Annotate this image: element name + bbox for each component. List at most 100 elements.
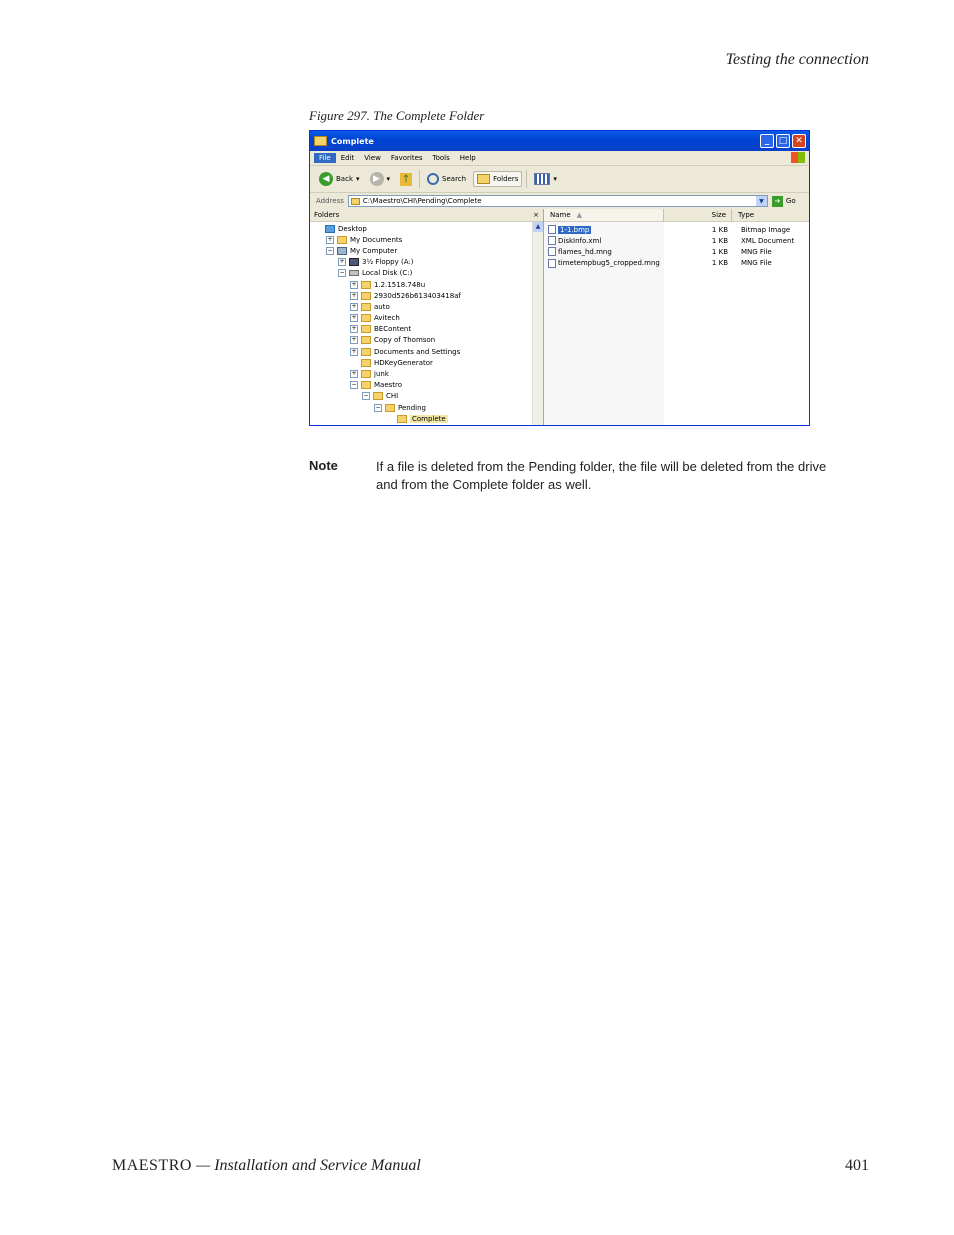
tree-item[interactable]: − CHI [310, 391, 543, 402]
dropdown-arrow-icon: ▾ [386, 175, 391, 183]
folder-icon [361, 347, 371, 356]
menu-tools[interactable]: Tools [428, 153, 455, 163]
menu-file[interactable]: File [314, 153, 336, 163]
expand-icon[interactable]: + [350, 347, 358, 356]
tree-item[interactable]: + Copy of Thomson [310, 335, 543, 346]
forward-button[interactable]: ▶ ▾ [367, 170, 394, 188]
folder-icon [361, 336, 371, 345]
tree-item-label: My Computer [350, 246, 398, 255]
tree-item[interactable]: + auto [310, 301, 543, 312]
search-label: Search [442, 175, 467, 183]
search-button[interactable]: Search [424, 171, 469, 187]
address-dropdown-icon[interactable]: ▼ [755, 196, 767, 206]
tree-item[interactable]: − Maestro [310, 380, 543, 391]
tree-item[interactable]: HDKeyGenerator [310, 357, 543, 368]
windows-logo-icon [791, 152, 805, 163]
tree-item[interactable]: − My Computer [310, 245, 543, 256]
file-name-cell: flames_hd.mng [544, 247, 668, 257]
toolbar-separator [526, 170, 528, 188]
collapse-icon[interactable]: − [326, 246, 334, 255]
menu-view[interactable]: View [359, 153, 386, 163]
expand-icon[interactable]: + [350, 302, 358, 311]
up-folder-button[interactable]: ↑ [397, 171, 415, 188]
folder-tree-scrollbar[interactable]: ▲ [532, 222, 543, 425]
tree-item[interactable]: + BEContent [310, 324, 543, 335]
tree-item[interactable]: + junk [310, 368, 543, 379]
expand-icon[interactable]: + [338, 258, 346, 267]
tree-item-label: junk [374, 370, 389, 379]
tree-item[interactable]: − Pending [310, 402, 543, 413]
expand-icon[interactable]: + [350, 370, 358, 379]
tree-item-label: 3½ Floppy (A:) [362, 258, 414, 267]
figure-caption: Figure 297. The Complete Folder [309, 108, 485, 123]
expand-icon[interactable]: + [350, 325, 358, 334]
tree-item-label: My Documents [350, 235, 403, 244]
address-input[interactable]: C:\Maestro\CHI\Pending\Complete ▼ [347, 195, 768, 207]
close-pane-icon[interactable]: × [533, 211, 539, 219]
back-button[interactable]: ◀ Back ▾ [316, 170, 363, 188]
tree-item[interactable]: + My Documents [310, 234, 543, 245]
expand-icon[interactable]: + [350, 280, 358, 289]
footer-title: MAESTRO — Installation and Service Manua… [112, 1157, 421, 1175]
file-type: MNG File [741, 247, 772, 256]
menu-favorites[interactable]: Favorites [386, 153, 428, 163]
expand-icon[interactable]: + [350, 336, 358, 345]
folder-icon [361, 291, 371, 300]
go-button[interactable]: ➔ Go [771, 195, 796, 207]
tree-item[interactable]: + Avitech [310, 313, 543, 324]
tree-item-label: auto [374, 302, 390, 311]
sort-ascending-icon: ▲ [576, 211, 583, 219]
menu-bar: File Edit View Favorites Tools Help [310, 151, 809, 166]
tree-item-label: Documents and Settings [374, 347, 461, 356]
file-type: MNG File [741, 259, 772, 268]
views-button[interactable]: ▾ [531, 171, 560, 187]
tree-item[interactable]: + Documents and Settings [310, 346, 543, 357]
page-number: 401 [845, 1157, 869, 1174]
file-row[interactable]: timetempbug5_cropped.mng 1 KB MNG File [544, 258, 809, 269]
file-icon [548, 236, 556, 246]
folders-button[interactable]: Folders [473, 171, 523, 187]
collapse-icon[interactable]: − [362, 392, 370, 401]
file-row[interactable]: 1-1.bmp 1 KB Bitmap Image [544, 224, 809, 235]
address-value: C:\Maestro\CHI\Pending\Complete [362, 197, 482, 205]
folder-icon [361, 314, 371, 323]
tree-item[interactable]: +2930d526b613403418af [310, 290, 543, 301]
minimize-button[interactable]: _ [760, 134, 774, 148]
file-list: 1-1.bmp 1 KB Bitmap Image DiskInfo.xml 1 KB X… [544, 222, 809, 269]
tree-item[interactable]: +1.2.1518.748u [310, 279, 543, 290]
expand-icon[interactable]: + [350, 314, 358, 323]
folder-icon [361, 381, 371, 390]
tree-item-label: BEContent [374, 325, 412, 334]
tree-item[interactable]: +3½ Floppy (A:) [310, 257, 543, 268]
collapse-icon[interactable]: − [338, 269, 346, 278]
expand-icon[interactable]: + [326, 235, 334, 244]
file-row[interactable]: flames_hd.mng 1 KB MNG File [544, 246, 809, 257]
toolbar: ◀ Back ▾ ▶ ▾ ↑ Search Folders ▾ [310, 166, 809, 193]
folder-icon [361, 302, 371, 311]
running-header: Testing the connection [725, 51, 869, 68]
folder-tree: Desktop + My Documents − My Computer +3½ Flop… [310, 222, 543, 424]
name-column-header[interactable]: Name ▲ [544, 209, 664, 221]
size-column-header[interactable]: Size [664, 209, 732, 221]
tree-item[interactable]: Desktop [310, 223, 543, 234]
folders-icon [477, 174, 491, 184]
footer-dash: — [191, 1157, 215, 1174]
tree-item[interactable]: Complete [310, 413, 543, 424]
tree-item-label: Avitech [374, 314, 400, 323]
file-row[interactable]: DiskInfo.xml 1 KB XML Document [544, 235, 809, 246]
collapse-icon[interactable]: − [374, 403, 382, 412]
close-button[interactable]: ✕ [792, 134, 806, 148]
tree-item-label: CHI [386, 392, 399, 401]
collapse-icon[interactable]: − [350, 381, 358, 390]
tree-item[interactable]: − Local Disk (C:) [310, 268, 543, 279]
title-bar[interactable]: Complete _ □ ✕ [310, 131, 809, 151]
expand-icon[interactable]: + [350, 291, 358, 300]
menu-edit[interactable]: Edit [336, 153, 360, 163]
type-column-header[interactable]: Type [732, 209, 809, 221]
menu-help[interactable]: Help [455, 153, 481, 163]
scroll-up-icon[interactable]: ▲ [533, 222, 543, 232]
note-label: Note [309, 458, 338, 473]
file-size: 1 KB [711, 225, 728, 234]
maximize-button[interactable]: □ [776, 134, 790, 148]
